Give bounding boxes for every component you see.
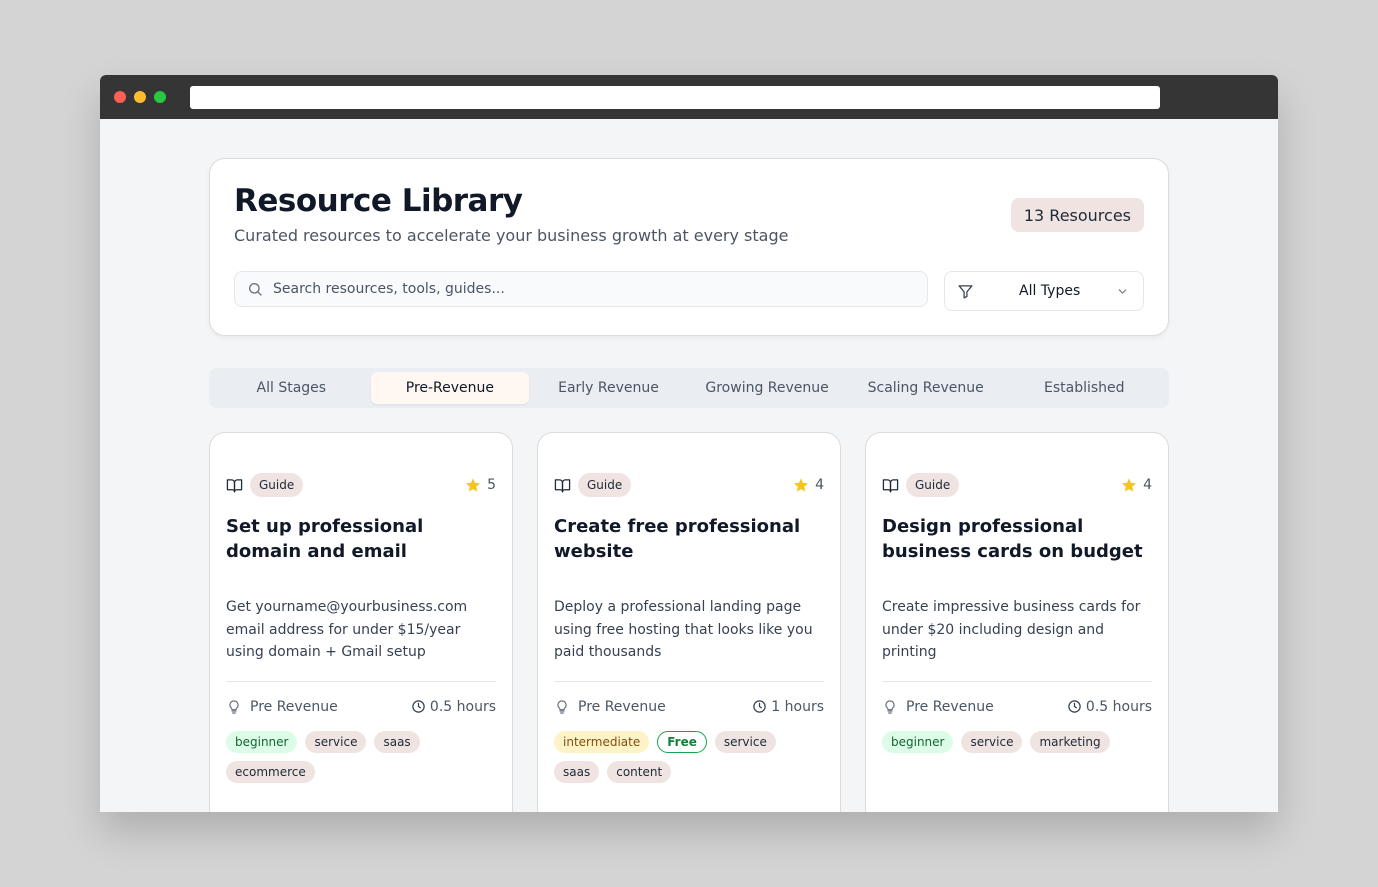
browser-window: Resource Library Curated resources to ac… bbox=[100, 75, 1278, 812]
library-header: Resource Library Curated resources to ac… bbox=[209, 158, 1169, 336]
resource-card[interactable]: Guide 5 Set up professional domain and e… bbox=[209, 432, 513, 812]
page-viewport: Resource Library Curated resources to ac… bbox=[100, 119, 1278, 812]
tag[interactable]: service bbox=[961, 730, 1023, 753]
rating: 5 bbox=[465, 477, 496, 493]
card-stage: Pre Revenue bbox=[250, 698, 338, 715]
tab-growing-revenue[interactable]: Growing Revenue bbox=[688, 372, 847, 404]
card-title[interactable]: Design professional business cards on bu… bbox=[882, 514, 1152, 596]
card-duration: 1 hours bbox=[771, 698, 824, 715]
page-title: Resource Library bbox=[234, 183, 523, 219]
card-duration: 0.5 hours bbox=[429, 698, 496, 715]
tag-list: intermediate Free service saas content bbox=[554, 730, 824, 791]
stage-tabs: All Stages Pre-Revenue Early Revenue Gro… bbox=[209, 368, 1169, 408]
card-stage: Pre Revenue bbox=[578, 698, 666, 715]
address-bar[interactable] bbox=[190, 86, 1160, 109]
star-icon bbox=[794, 478, 809, 492]
tag[interactable]: saas bbox=[554, 760, 600, 783]
star-icon bbox=[466, 478, 481, 492]
card-description: Create impressive business cards for und… bbox=[882, 599, 1141, 660]
type-filter-select[interactable]: All Types bbox=[944, 271, 1144, 311]
tag[interactable]: ecommerce bbox=[226, 760, 315, 783]
resource-type-badge: Guide bbox=[578, 473, 632, 497]
rating: 4 bbox=[1121, 477, 1152, 493]
book-icon bbox=[554, 478, 571, 493]
tag[interactable]: marketing bbox=[1030, 730, 1110, 753]
search-icon bbox=[249, 283, 262, 296]
card-title[interactable]: Create free professional website bbox=[554, 514, 824, 596]
book-icon bbox=[882, 478, 899, 493]
card-divider bbox=[226, 680, 496, 682]
book-icon bbox=[226, 478, 243, 493]
rating-value: 5 bbox=[487, 477, 496, 493]
minimize-window-button[interactable] bbox=[134, 91, 146, 103]
resource-type-badge: Guide bbox=[906, 473, 960, 497]
search-input[interactable] bbox=[273, 281, 913, 297]
close-window-button[interactable] bbox=[114, 91, 126, 103]
star-icon bbox=[1122, 478, 1137, 492]
card-title[interactable]: Set up professional domain and email bbox=[226, 514, 496, 596]
tag-level[interactable]: beginner bbox=[882, 730, 954, 753]
lightbulb-icon bbox=[229, 699, 239, 714]
tab-all-stages[interactable]: All Stages bbox=[212, 372, 371, 404]
chevron-down-icon bbox=[1118, 289, 1127, 294]
tag-list: beginner service marketing bbox=[882, 730, 1152, 761]
tab-pre-revenue[interactable]: Pre-Revenue bbox=[370, 372, 530, 404]
maximize-window-button[interactable] bbox=[154, 91, 166, 103]
tag-level[interactable]: beginner bbox=[226, 730, 298, 753]
resource-count-badge: 13 Resources bbox=[1010, 198, 1144, 232]
resource-type-badge: Guide bbox=[250, 473, 304, 497]
tag-list: beginner service saas ecommerce bbox=[226, 730, 496, 791]
resource-card[interactable]: Guide 4 Create free professional website… bbox=[537, 432, 841, 812]
rating-value: 4 bbox=[815, 477, 824, 493]
lightbulb-icon bbox=[557, 699, 567, 714]
rating: 4 bbox=[793, 477, 824, 493]
card-stage: Pre Revenue bbox=[906, 698, 994, 715]
search-box[interactable] bbox=[234, 271, 928, 307]
browser-titlebar bbox=[100, 75, 1278, 119]
tag[interactable]: content bbox=[607, 760, 672, 783]
card-description: Deploy a professional landing page using… bbox=[554, 599, 813, 660]
rating-value: 4 bbox=[1143, 477, 1152, 493]
card-divider bbox=[554, 680, 824, 682]
tag-level[interactable]: intermediate bbox=[554, 730, 650, 753]
tag[interactable]: service bbox=[305, 730, 367, 753]
filter-icon bbox=[958, 285, 973, 299]
tag[interactable]: saas bbox=[374, 730, 420, 753]
clock-icon bbox=[1068, 700, 1081, 713]
tag[interactable]: service bbox=[714, 730, 776, 753]
card-divider bbox=[882, 680, 1152, 682]
resource-card[interactable]: Guide 4 Design professional business car… bbox=[865, 432, 1169, 812]
tab-early-revenue[interactable]: Early Revenue bbox=[529, 372, 688, 404]
type-filter-value: All Types bbox=[1019, 283, 1081, 299]
card-description: Get yourname@yourbusiness.com email addr… bbox=[226, 599, 468, 660]
page-subtitle: Curated resources to accelerate your bus… bbox=[234, 226, 789, 245]
free-badge[interactable]: Free bbox=[657, 730, 707, 753]
tab-scaling-revenue[interactable]: Scaling Revenue bbox=[846, 372, 1005, 404]
tab-established[interactable]: Established bbox=[1005, 372, 1164, 404]
card-duration: 0.5 hours bbox=[1085, 698, 1152, 715]
clock-icon bbox=[753, 700, 767, 713]
clock-icon bbox=[412, 700, 425, 713]
lightbulb-icon bbox=[885, 699, 895, 714]
